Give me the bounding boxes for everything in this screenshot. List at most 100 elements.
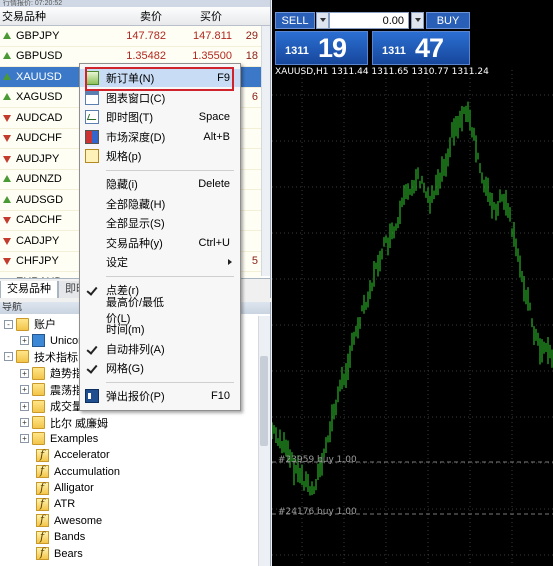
navigator-scroll-thumb[interactable] bbox=[260, 356, 268, 446]
menu-item[interactable]: 最高价/最低价(L) bbox=[80, 297, 240, 325]
column-header-symbol[interactable]: 交易品种 bbox=[0, 8, 102, 24]
navigator-scrollbar[interactable] bbox=[258, 316, 270, 566]
menu-item[interactable]: 隐藏(i) Delete bbox=[80, 175, 240, 193]
buy-price-prefix: 1311 bbox=[382, 45, 406, 57]
menu-item[interactable]: 弹出报价(P) F10 bbox=[80, 387, 240, 405]
column-header-bid[interactable]: 卖价 bbox=[102, 8, 162, 24]
folder-icon bbox=[32, 399, 45, 413]
folder-icon bbox=[32, 366, 45, 380]
checkmark-icon bbox=[85, 283, 99, 297]
market-watch-row[interactable]: GBPJPY 147.782 147.811 29 bbox=[0, 26, 262, 47]
chart-caption: XAUUSD,H1 1311.44 1311.65 1310.77 1311.2… bbox=[275, 67, 489, 77]
checkmark-icon bbox=[85, 361, 99, 375]
submenu-arrow-icon bbox=[228, 259, 232, 266]
navigator-item[interactable]: + 比尔 威廉姆 bbox=[0, 414, 258, 430]
menu-item-label: 自动排列(A) bbox=[106, 343, 165, 356]
market-watch-title: 行情报价: 07:20:52 bbox=[0, 0, 270, 7]
price-down-arrow-icon bbox=[1, 153, 13, 165]
price-up-arrow-icon bbox=[1, 173, 13, 185]
navigator-item[interactable]: Awesome bbox=[0, 513, 258, 529]
navigator-item[interactable]: Alligator bbox=[0, 480, 258, 496]
menu-item[interactable]: 全部隐藏(H) bbox=[80, 195, 240, 213]
navigator-item-label: Awesome bbox=[54, 514, 103, 527]
column-header-ask[interactable]: 买价 bbox=[162, 8, 222, 24]
lot-size-input[interactable]: 0.00 bbox=[329, 12, 409, 29]
price-down-arrow-icon bbox=[1, 255, 13, 267]
navigator-item[interactable]: Bears bbox=[0, 545, 258, 561]
collapse-icon[interactable]: - bbox=[4, 319, 13, 329]
price-down-arrow-icon bbox=[1, 132, 13, 144]
menu-item-label: 图表窗口(C) bbox=[106, 92, 166, 105]
menu-item-label: 新订单(N) bbox=[106, 73, 155, 85]
navigator-item-label: 比尔 威廉姆 bbox=[50, 417, 109, 430]
one-click-trade-panel: SELL 0.00 BUY 1311 19 1311 47 bbox=[275, 9, 470, 65]
menu-item-label: 全部显示(S) bbox=[106, 218, 165, 231]
expand-icon[interactable]: + bbox=[20, 434, 29, 444]
menu-item[interactable]: 图表窗口(C) bbox=[80, 89, 240, 107]
folder-icon bbox=[32, 432, 45, 446]
menu-item[interactable]: 自动排列(A) bbox=[80, 340, 240, 358]
menu-item[interactable]: 网格(G) bbox=[80, 359, 240, 377]
navigator-item[interactable]: Accumulation bbox=[0, 464, 258, 480]
tab-symbols[interactable]: 交易品种 bbox=[0, 281, 58, 298]
price-up-arrow-icon bbox=[1, 91, 13, 103]
menu-item-label: 弹出报价(P) bbox=[106, 391, 165, 403]
expand-icon[interactable]: + bbox=[20, 401, 29, 411]
expand-icon[interactable]: + bbox=[20, 368, 29, 378]
navigator-item-label: Alligator bbox=[54, 482, 94, 495]
navigator-item[interactable]: Accelerator bbox=[0, 447, 258, 463]
navigator-item-label: Accumulation bbox=[54, 465, 121, 478]
menu-item[interactable]: 市场深度(D) Alt+B bbox=[80, 128, 240, 146]
buy-price-box[interactable]: 1311 47 bbox=[372, 31, 470, 65]
menu-item[interactable]: 全部显示(S) bbox=[80, 214, 240, 232]
menu-separator bbox=[106, 170, 234, 171]
ask-cell: 1.35500 bbox=[192, 50, 232, 63]
market-watch-header: 交易品种 卖价 买价 bbox=[0, 7, 270, 26]
tick-chart-icon bbox=[85, 110, 99, 125]
menu-item-label: 时间(m) bbox=[106, 324, 145, 337]
expand-icon[interactable]: + bbox=[20, 418, 29, 428]
symbol-cell: GBPJPY bbox=[16, 29, 60, 42]
menu-item-label: 全部隐藏(H) bbox=[106, 198, 166, 211]
menu-item-label: 隐藏(i) bbox=[106, 179, 138, 191]
lot-increase-button[interactable] bbox=[411, 12, 424, 29]
expand-icon[interactable]: + bbox=[20, 385, 29, 395]
sell-price-prefix: 1311 bbox=[285, 45, 309, 57]
price-up-arrow-icon bbox=[1, 50, 13, 62]
menu-item[interactable]: 新订单(N) F9 bbox=[80, 69, 240, 87]
folder-icon bbox=[16, 317, 29, 331]
navigator-item-label: ATR bbox=[54, 498, 76, 511]
menu-item-shortcut: F10 bbox=[211, 390, 230, 402]
navigator-item-label: 技术指标 bbox=[34, 351, 78, 364]
menu-item-shortcut: F9 bbox=[217, 72, 230, 84]
folder-icon bbox=[32, 416, 45, 430]
sell-button[interactable]: SELL bbox=[275, 12, 315, 29]
indicator-icon bbox=[36, 464, 49, 479]
indicator-icon bbox=[36, 497, 49, 511]
buy-button[interactable]: BUY bbox=[426, 12, 470, 29]
menu-separator bbox=[106, 382, 234, 383]
menu-item[interactable]: 规格(p) bbox=[80, 147, 240, 165]
order-line-label: #23959 buy 1.00 bbox=[278, 455, 357, 465]
menu-separator bbox=[106, 276, 234, 277]
chart-window[interactable]: SELL 0.00 BUY 1311 19 1311 47 XAUUSD,H1 … bbox=[272, 0, 553, 566]
order-line-label: #24176 buy 1.00 bbox=[278, 507, 357, 517]
context-menu: 新订单(N) F9 图表窗口(C) 即时图(T) Space 市场深度(D) Alt+B 规格… bbox=[79, 63, 241, 411]
market-watch-scrollbar[interactable] bbox=[261, 26, 270, 276]
collapse-icon[interactable]: - bbox=[4, 352, 13, 362]
menu-item[interactable]: 交易品种(y) Ctrl+U bbox=[80, 234, 240, 252]
navigator-item-label: Bands bbox=[54, 531, 86, 544]
indicator-icon bbox=[36, 530, 49, 544]
menu-item[interactable]: 即时图(T) Space bbox=[80, 108, 240, 126]
navigator-item[interactable]: ATR bbox=[0, 496, 258, 512]
navigator-item[interactable]: Bands bbox=[0, 529, 258, 545]
lot-decrease-button[interactable] bbox=[316, 12, 329, 29]
menu-item[interactable]: 时间(m) bbox=[80, 320, 240, 338]
checkmark-icon bbox=[85, 342, 99, 356]
menu-item-shortcut: Delete bbox=[198, 178, 230, 190]
expand-icon[interactable]: + bbox=[20, 336, 29, 346]
menu-item[interactable]: 设定 bbox=[80, 253, 240, 271]
sell-price-box[interactable]: 1311 19 bbox=[275, 31, 368, 65]
navigator-item[interactable]: + Examples bbox=[0, 431, 258, 447]
navigator-item-label: 账户 bbox=[34, 319, 56, 332]
